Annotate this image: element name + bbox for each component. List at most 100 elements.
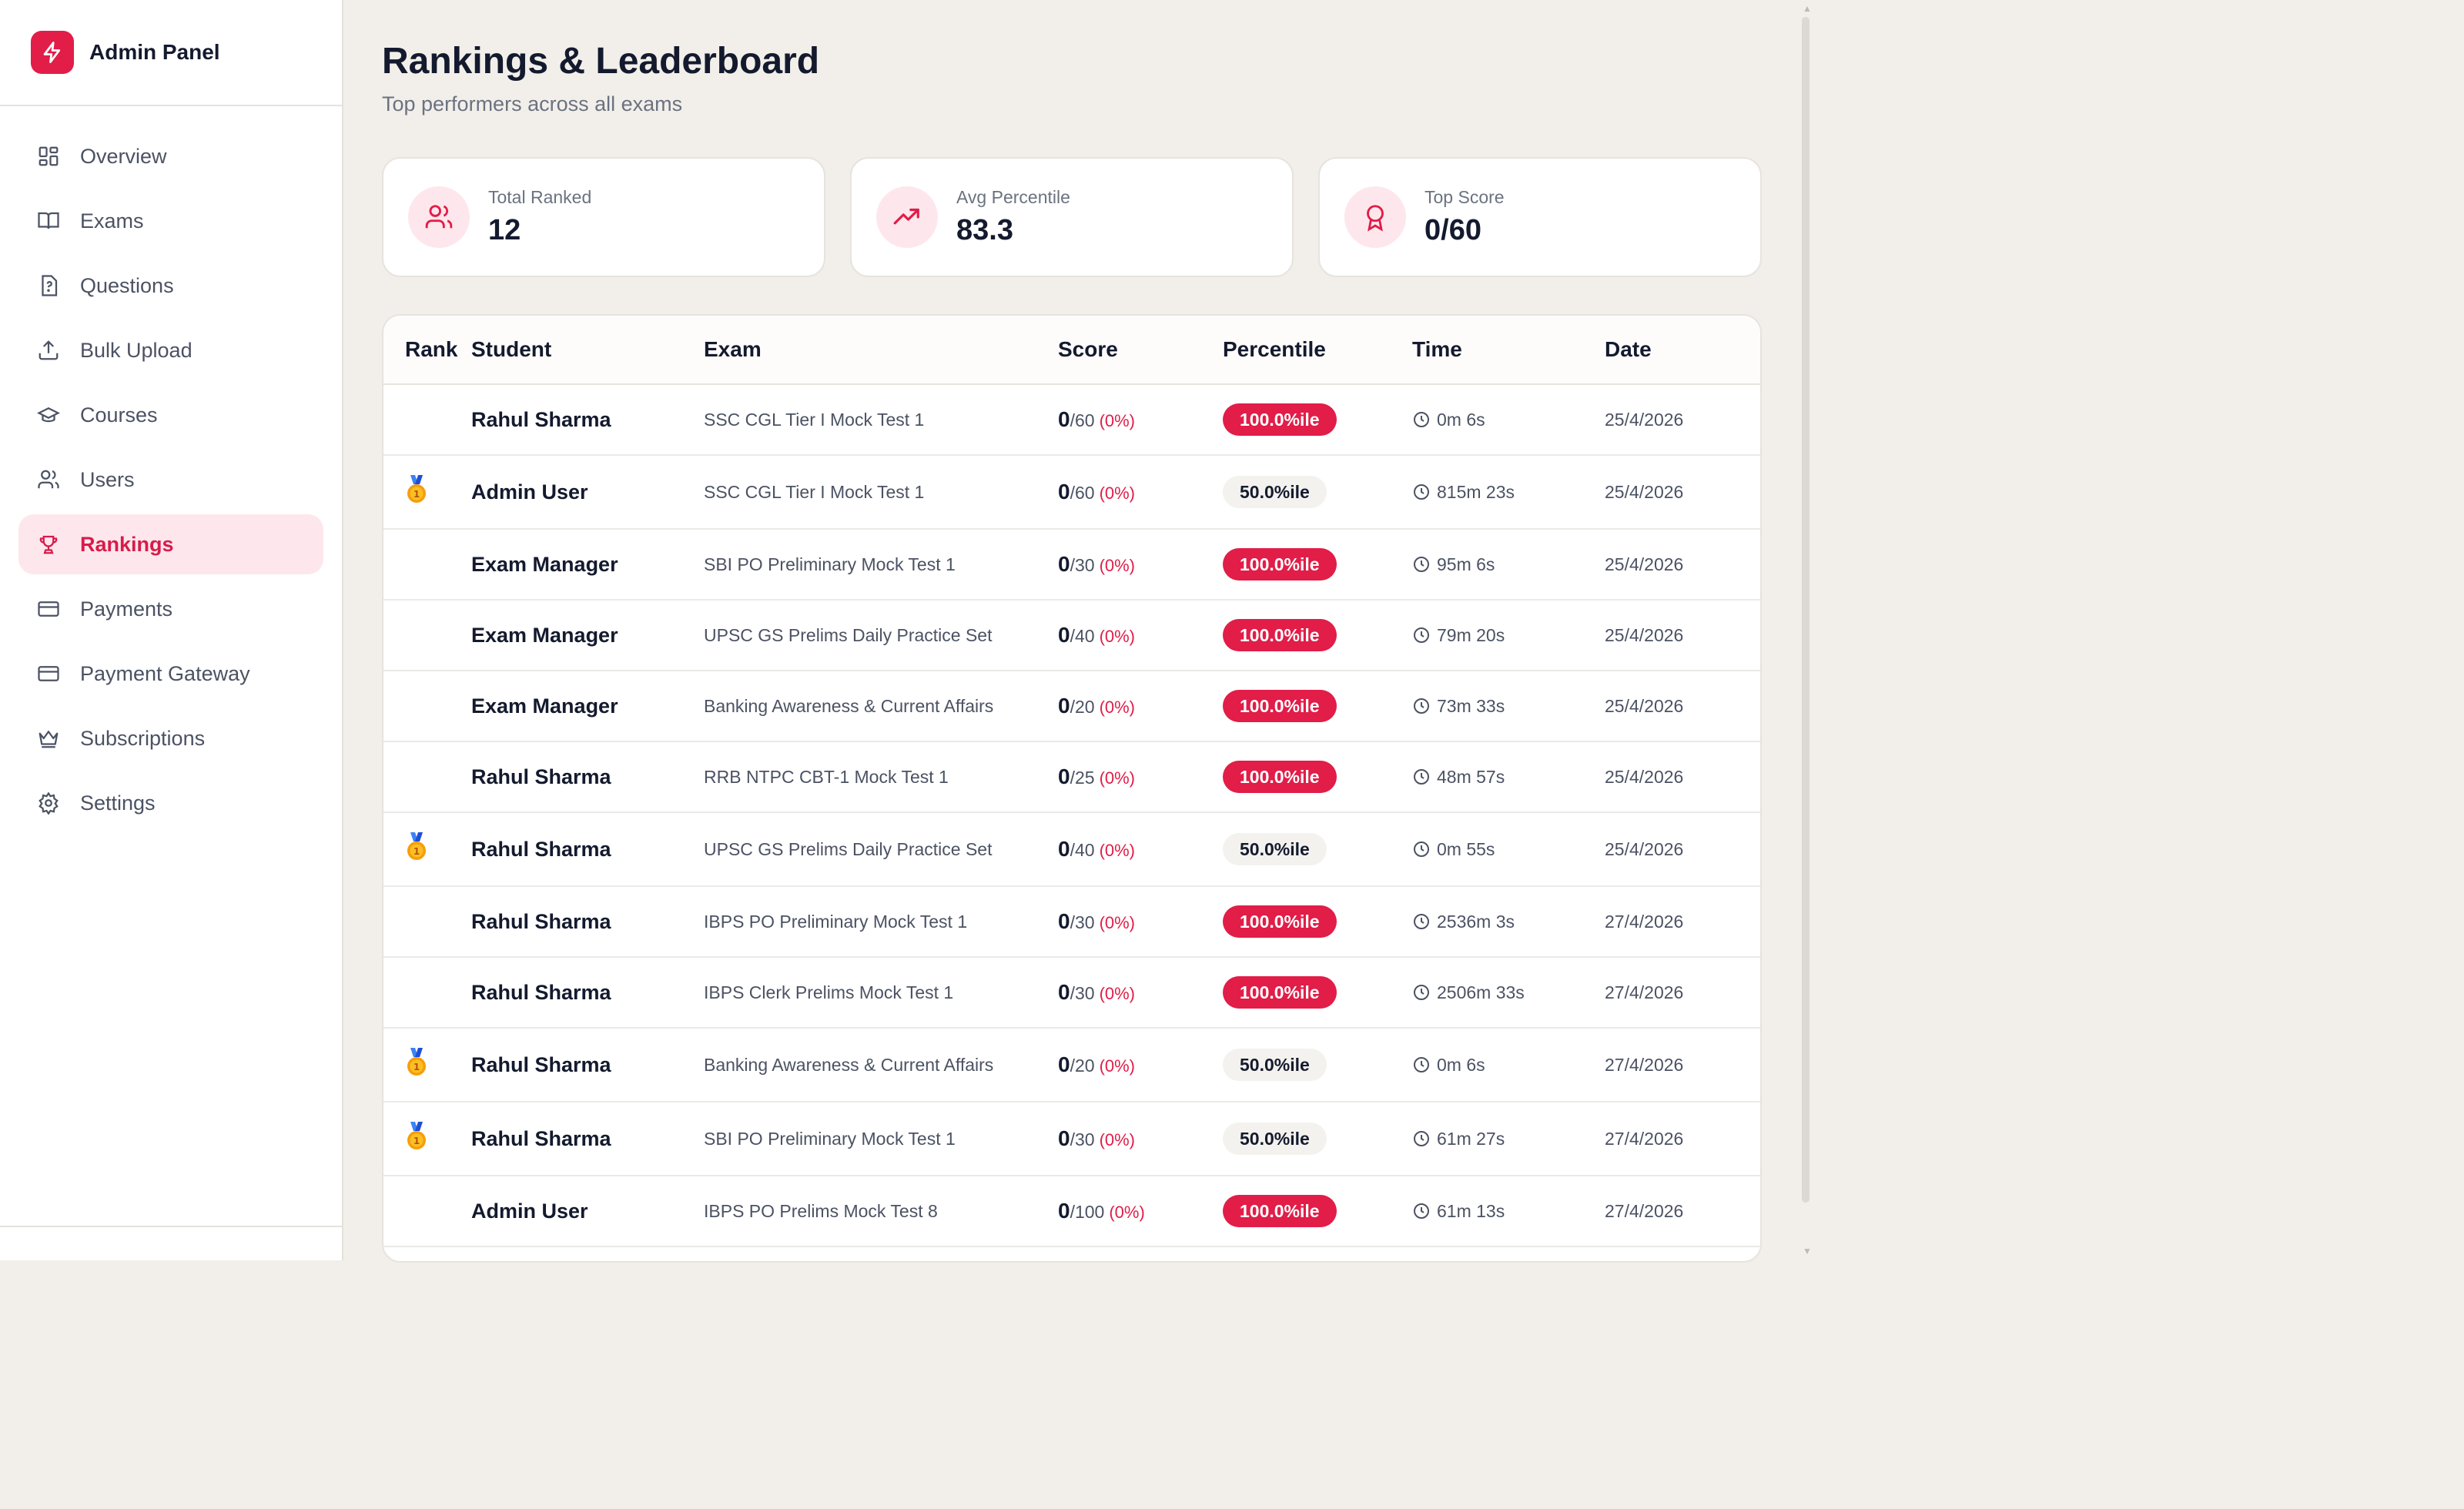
- column-header-score[interactable]: Score: [1058, 337, 1223, 362]
- date-value: 27/4/2026: [1605, 1128, 1684, 1149]
- sidebar-header: Admin Panel: [0, 0, 342, 106]
- time-value: 61m 13s: [1437, 1200, 1505, 1221]
- table-row[interactable]: Rahul Sharma IBPS PO Preliminary Mock Tes…: [383, 887, 1760, 958]
- date-value: 25/4/2026: [1605, 766, 1684, 787]
- graduation-cap-icon: [35, 402, 62, 428]
- sidebar-item-label: Questions: [80, 273, 174, 297]
- sidebar-item-label: Rankings: [80, 532, 174, 556]
- table-row[interactable]: Rahul Sharma SSC CGL Tier I Mock Test 1 0/…: [383, 385, 1760, 456]
- sidebar-item-label: Overview: [80, 144, 167, 168]
- exam-name: UPSC GS Prelims Daily Practice Set: [704, 624, 993, 645]
- exam-name: SSC CGL Tier I Mock Test 1: [704, 409, 925, 430]
- clock-icon: [1412, 1129, 1437, 1148]
- time-value: 0m 6s: [1437, 1054, 1485, 1075]
- stat-label: Avg Percentile: [956, 187, 1070, 207]
- stat-label: Top Score: [1424, 187, 1505, 207]
- clock-icon: [1412, 626, 1437, 644]
- score-total: /30: [1070, 1129, 1095, 1149]
- column-header-rank[interactable]: Rank: [383, 337, 471, 362]
- percentile-cell: 100.0%ile: [1223, 548, 1412, 581]
- table-row[interactable]: 1 Rahul Sharma SBI PO Preliminary Mock Tes…: [383, 1102, 1760, 1176]
- table-row[interactable]: Exam Manager SBI PO Preliminary Mock Test…: [383, 530, 1760, 601]
- time-cell: 61m 27s: [1412, 1129, 1605, 1149]
- time-cell: 48m 57s: [1412, 767, 1605, 788]
- scroll-up-arrow-icon[interactable]: ▲: [1802, 3, 1813, 14]
- table-row[interactable]: Exam Manager Banking Awareness & Current …: [383, 671, 1760, 742]
- table-row[interactable]: Admin User IBPS PO Prelims Mock Test 8 0/1…: [383, 1176, 1760, 1247]
- table-row[interactable]: 1 Rahul Sharma Banking Awareness & Current…: [383, 1029, 1760, 1102]
- sidebar-item-questions[interactable]: Questions: [18, 256, 323, 316]
- percentile-badge: 100.0%ile: [1223, 690, 1337, 722]
- sidebar-item-label: Courses: [80, 403, 158, 427]
- scroll-down-arrow-icon[interactable]: ▼: [1802, 1246, 1813, 1256]
- sidebar-footer-divider: [0, 1226, 342, 1227]
- score-value: 0: [1058, 1052, 1070, 1076]
- date-value: 27/4/2026: [1605, 1054, 1684, 1075]
- exam-name: RRB NTPC CBT-1 Mock Test 1: [704, 766, 949, 787]
- score-total: /20: [1070, 1056, 1095, 1076]
- gear-icon: [35, 790, 62, 816]
- column-header-exam[interactable]: Exam: [704, 337, 1058, 362]
- column-header-date[interactable]: Date: [1605, 337, 1759, 362]
- sidebar-item-bulk-upload[interactable]: Bulk Upload: [18, 320, 323, 380]
- leaderboard-table: Rank Student Exam Score Percentile Time …: [382, 314, 1762, 1263]
- table-row[interactable]: Rahul Sharma IBPS Clerk Prelims Mock Test…: [383, 958, 1760, 1029]
- student-name: Rahul Sharma: [471, 407, 611, 431]
- page-scrollbar[interactable]: ▲ ▼: [1802, 0, 1813, 1260]
- table-body: Rahul Sharma SSC CGL Tier I Mock Test 1 0/…: [383, 385, 1760, 1247]
- score-value: 0: [1058, 480, 1070, 504]
- column-header-percentile[interactable]: Percentile: [1223, 337, 1412, 362]
- sidebar-item-settings[interactable]: Settings: [18, 773, 323, 833]
- date-value: 27/4/2026: [1605, 911, 1684, 932]
- sidebar-item-overview[interactable]: Overview: [18, 126, 323, 186]
- sidebar-item-subscriptions[interactable]: Subscriptions: [18, 708, 323, 768]
- table-row[interactable]: Exam Manager UPSC GS Prelims Daily Practi…: [383, 601, 1760, 671]
- score-value: 0: [1058, 980, 1070, 1004]
- student-name: Rahul Sharma: [471, 909, 611, 933]
- time-cell: 0m 6s: [1412, 410, 1605, 430]
- sidebar-item-payments[interactable]: Payments: [18, 579, 323, 639]
- time-value: 2506m 33s: [1437, 982, 1525, 1002]
- column-header-time[interactable]: Time: [1412, 337, 1605, 362]
- score-cell: 0/40 (0%): [1058, 837, 1223, 862]
- stat-label: Total Ranked: [488, 187, 592, 207]
- grid-icon: [35, 143, 62, 169]
- sidebar: Admin Panel Overview Exams Questions Bul…: [0, 0, 343, 1260]
- exam-name: SBI PO Preliminary Mock Test 1: [704, 554, 956, 574]
- medal-icon: 1: [405, 831, 428, 863]
- score-percent: (0%): [1099, 1056, 1136, 1076]
- table-row[interactable]: 1 Rahul Sharma UPSC GS Prelims Daily Pract…: [383, 813, 1760, 887]
- percentile-badge: 50.0%ile: [1223, 1049, 1327, 1081]
- date-value: 25/4/2026: [1605, 481, 1684, 502]
- sidebar-item-exams[interactable]: Exams: [18, 191, 323, 251]
- lightning-icon[interactable]: [31, 31, 74, 74]
- table-row[interactable]: 1 Admin User SSC CGL Tier I Mock Test 1 0/6…: [383, 456, 1760, 530]
- score-total: /40: [1070, 626, 1095, 646]
- student-name: Rahul Sharma: [471, 1126, 611, 1150]
- percentile-badge: 100.0%ile: [1223, 905, 1337, 938]
- clock-icon: [1412, 912, 1437, 931]
- table-row[interactable]: Rahul Sharma RRB NTPC CBT-1 Mock Test 1 0/…: [383, 742, 1760, 813]
- score-value: 0: [1058, 407, 1070, 431]
- sidebar-item-courses[interactable]: Courses: [18, 385, 323, 445]
- clock-icon: [1412, 483, 1437, 501]
- percentile-cell: 100.0%ile: [1223, 976, 1412, 1009]
- time-cell: 61m 13s: [1412, 1201, 1605, 1222]
- sidebar-item-label: Payments: [80, 597, 173, 621]
- score-percent: (0%): [1099, 411, 1136, 430]
- clock-icon: [1412, 840, 1437, 858]
- percentile-cell: 100.0%ile: [1223, 690, 1412, 722]
- percentile-badge: 100.0%ile: [1223, 976, 1337, 1009]
- medal-icon: 1: [405, 474, 428, 506]
- stat-value: 12: [488, 214, 521, 246]
- sidebar-item-label: Exams: [80, 209, 144, 233]
- student-name: Admin User: [471, 1199, 588, 1223]
- scrollbar-thumb[interactable]: [1802, 17, 1810, 1203]
- trending-up-icon: [876, 186, 938, 248]
- score-cell: 0/20 (0%): [1058, 1052, 1223, 1077]
- sidebar-item-rankings[interactable]: Rankings: [18, 514, 323, 574]
- clock-icon: [1412, 555, 1437, 574]
- column-header-student[interactable]: Student: [471, 337, 704, 362]
- sidebar-item-users[interactable]: Users: [18, 450, 323, 510]
- sidebar-item-payment-gateway[interactable]: Payment Gateway: [18, 644, 323, 704]
